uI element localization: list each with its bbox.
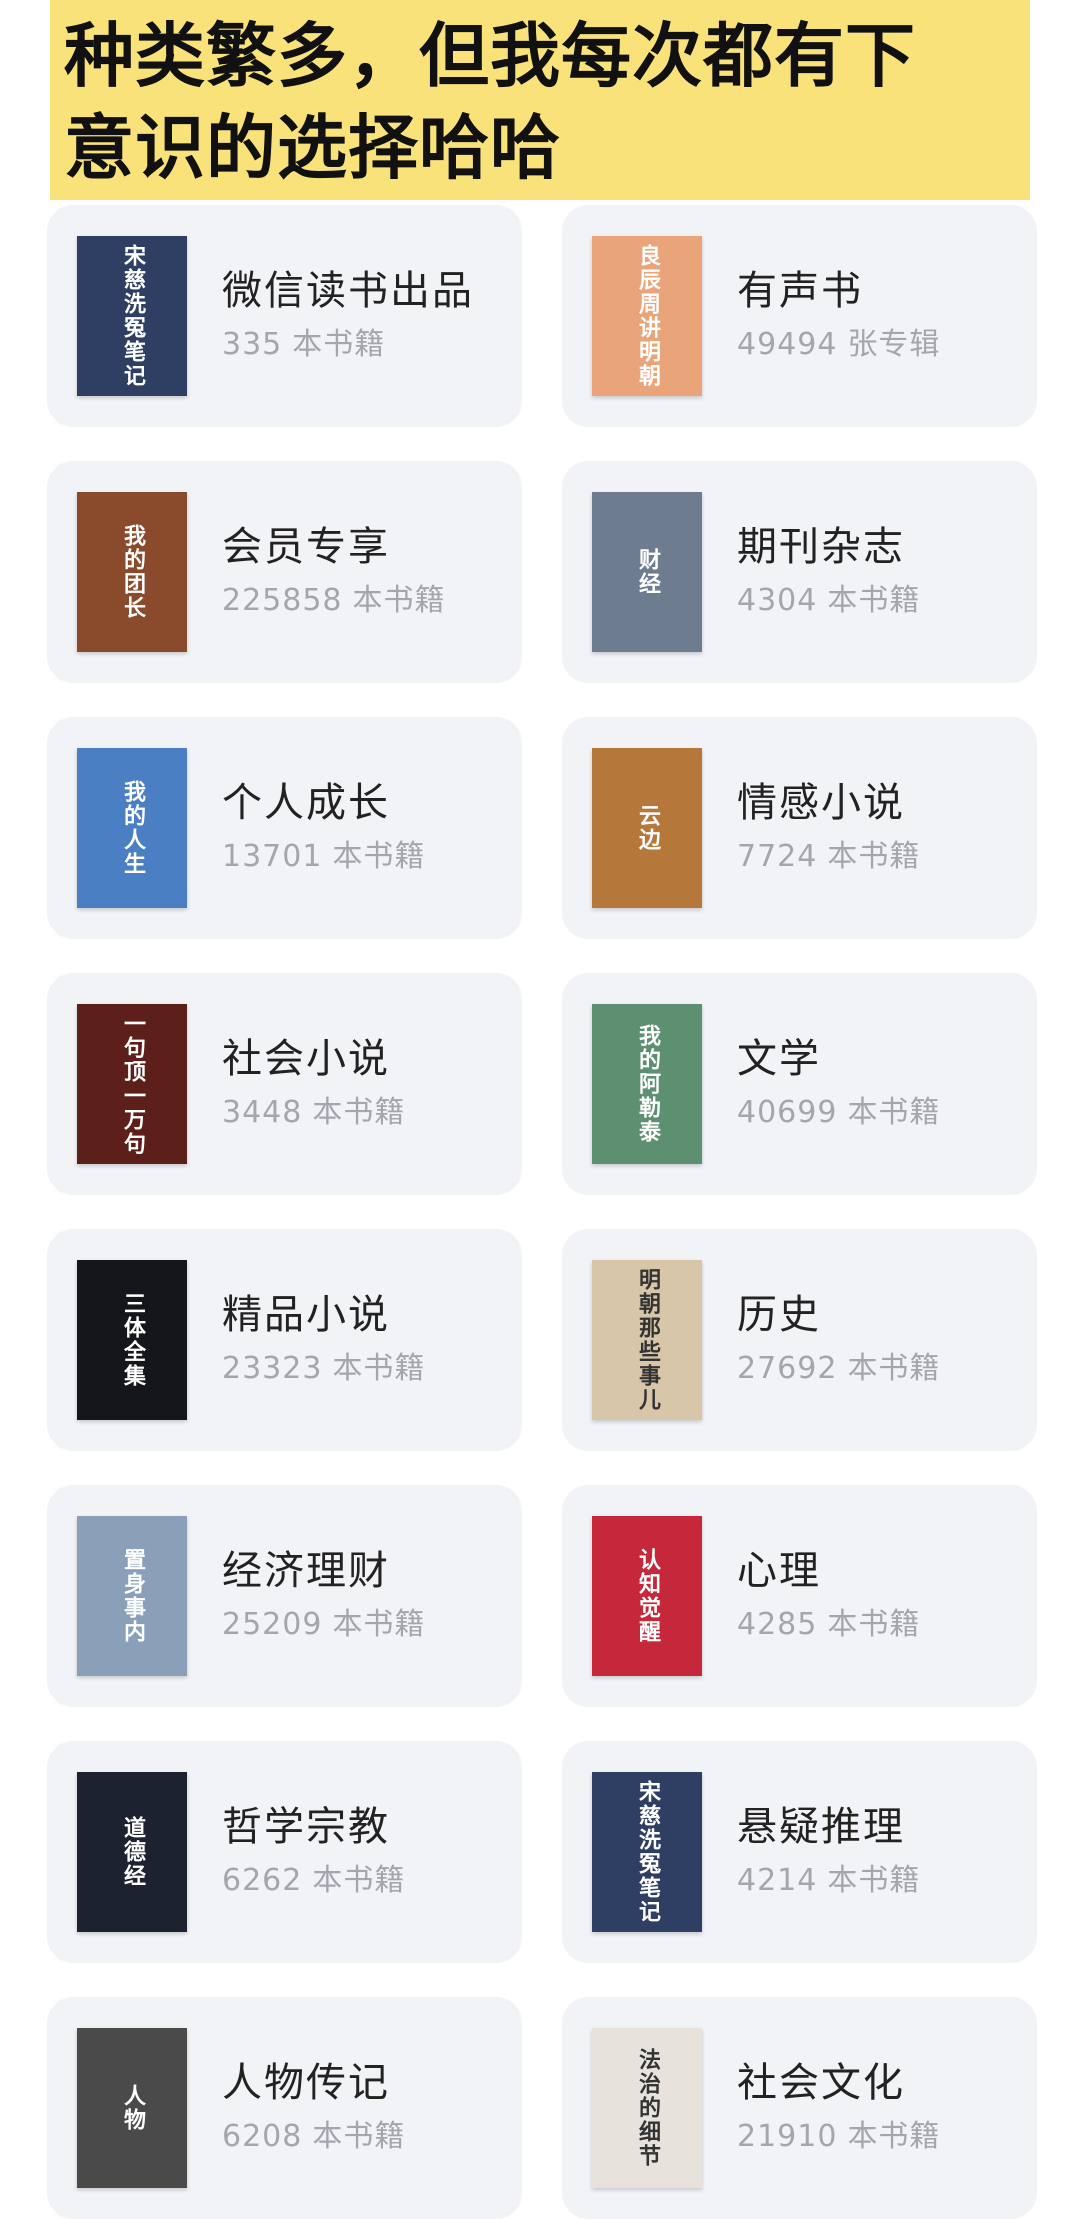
- book-cover: 明朝那些事儿: [592, 1260, 702, 1420]
- banner-line-1: 种类繁多，但我每次都有下: [64, 15, 916, 97]
- category-count: 6262: [222, 1863, 303, 1898]
- category-unit: 本书籍: [827, 1863, 921, 1898]
- book-cover: 宋慈洗冤笔记: [77, 236, 187, 396]
- book-cover: 财经: [592, 492, 702, 652]
- category-card[interactable]: 人物 人物传记 6208 本书籍: [47, 1997, 522, 2219]
- book-cover: 我的团长: [77, 492, 187, 652]
- book-cover: 道德经: [77, 1772, 187, 1932]
- category-name: 社会文化: [737, 2060, 905, 2106]
- category-name: 文学: [737, 1036, 821, 1082]
- category-name: 会员专享: [222, 524, 390, 570]
- category-grid: 宋慈洗冤笔记 微信读书出品 335 本书籍 良辰周讲明朝 有声书 49494 张专辑 我的团…: [47, 205, 1037, 2219]
- category-card[interactable]: 法治的细节 社会文化 21910 本书籍: [562, 1997, 1037, 2219]
- category-unit: 本书籍: [332, 839, 426, 874]
- book-cover: 良辰周讲明朝: [592, 236, 702, 396]
- book-cover: 我的阿勒泰: [592, 1004, 702, 1164]
- category-card[interactable]: 宋慈洗冤笔记 悬疑推理 4214 本书籍: [562, 1741, 1037, 1963]
- category-unit: 张专辑: [847, 327, 941, 362]
- category-name: 有声书: [737, 268, 863, 314]
- category-unit: 本书籍: [847, 1095, 941, 1130]
- book-cover: 人物: [77, 2028, 187, 2188]
- category-count: 27692: [737, 1351, 838, 1386]
- category-unit: 本书籍: [827, 839, 921, 874]
- category-count: 4285: [737, 1607, 818, 1642]
- category-name: 精品小说: [222, 1292, 390, 1338]
- category-count: 49494: [737, 327, 838, 362]
- category-unit: 本书籍: [332, 1607, 426, 1642]
- category-unit: 本书籍: [847, 1351, 941, 1386]
- banner-line-2: 意识的选择哈哈: [64, 107, 561, 189]
- category-unit: 本书籍: [827, 583, 921, 618]
- category-name: 个人成长: [222, 780, 390, 826]
- book-cover: 认知觉醒: [592, 1516, 702, 1676]
- category-count: 23323: [222, 1351, 323, 1386]
- category-card[interactable]: 一句顶一万句 社会小说 3448 本书籍: [47, 973, 522, 1195]
- book-cover: 置身事内: [77, 1516, 187, 1676]
- category-name: 历史: [737, 1292, 821, 1338]
- book-cover: 法治的细节: [592, 2028, 702, 2188]
- category-unit: 本书籍: [847, 2119, 941, 2154]
- category-unit: 本书籍: [292, 327, 386, 362]
- category-unit: 本书籍: [827, 1607, 921, 1642]
- category-unit: 本书籍: [312, 2119, 406, 2154]
- category-card[interactable]: 财经 期刊杂志 4304 本书籍: [562, 461, 1037, 683]
- category-name: 悬疑推理: [737, 1804, 905, 1850]
- category-count: 7724: [737, 839, 818, 874]
- category-name: 人物传记: [222, 2060, 390, 2106]
- book-cover: 一句顶一万句: [77, 1004, 187, 1164]
- book-cover: 宋慈洗冤笔记: [592, 1772, 702, 1932]
- category-card[interactable]: 良辰周讲明朝 有声书 49494 张专辑: [562, 205, 1037, 427]
- category-card[interactable]: 我的阿勒泰 文学 40699 本书籍: [562, 973, 1037, 1195]
- category-name: 期刊杂志: [737, 524, 905, 570]
- category-count: 4304: [737, 583, 818, 618]
- book-cover: 我的人生: [77, 748, 187, 908]
- category-count: 13701: [222, 839, 323, 874]
- category-count: 21910: [737, 2119, 838, 2154]
- category-count: 40699: [737, 1095, 838, 1130]
- category-name: 情感小说: [737, 780, 905, 826]
- category-card[interactable]: 三体全集 精品小说 23323 本书籍: [47, 1229, 522, 1451]
- category-card[interactable]: 云边 情感小说 7724 本书籍: [562, 717, 1037, 939]
- category-name: 经济理财: [222, 1548, 390, 1594]
- category-name: 社会小说: [222, 1036, 390, 1082]
- category-card[interactable]: 我的团长 会员专享 225858 本书籍: [47, 461, 522, 683]
- category-unit: 本书籍: [352, 583, 446, 618]
- book-cover: 三体全集: [77, 1260, 187, 1420]
- category-card[interactable]: 我的人生 个人成长 13701 本书籍: [47, 717, 522, 939]
- category-card[interactable]: 认知觉醒 心理 4285 本书籍: [562, 1485, 1037, 1707]
- book-cover: 云边: [592, 748, 702, 908]
- category-unit: 本书籍: [312, 1095, 406, 1130]
- category-name: 微信读书出品: [222, 268, 474, 314]
- category-card[interactable]: 道德经 哲学宗教 6262 本书籍: [47, 1741, 522, 1963]
- category-card[interactable]: 宋慈洗冤笔记 微信读书出品 335 本书籍: [47, 205, 522, 427]
- category-count: 4214: [737, 1863, 818, 1898]
- category-count: 25209: [222, 1607, 323, 1642]
- category-count: 6208: [222, 2119, 303, 2154]
- category-unit: 本书籍: [312, 1863, 406, 1898]
- title-banner: 种类繁多，但我每次都有下 意识的选择哈哈: [50, 0, 1030, 200]
- category-card[interactable]: 置身事内 经济理财 25209 本书籍: [47, 1485, 522, 1707]
- category-count: 3448: [222, 1095, 303, 1130]
- category-unit: 本书籍: [332, 1351, 426, 1386]
- category-name: 心理: [737, 1548, 821, 1594]
- category-name: 哲学宗教: [222, 1804, 390, 1850]
- category-card[interactable]: 明朝那些事儿 历史 27692 本书籍: [562, 1229, 1037, 1451]
- category-count: 225858: [222, 583, 343, 618]
- category-count: 335: [222, 327, 283, 362]
